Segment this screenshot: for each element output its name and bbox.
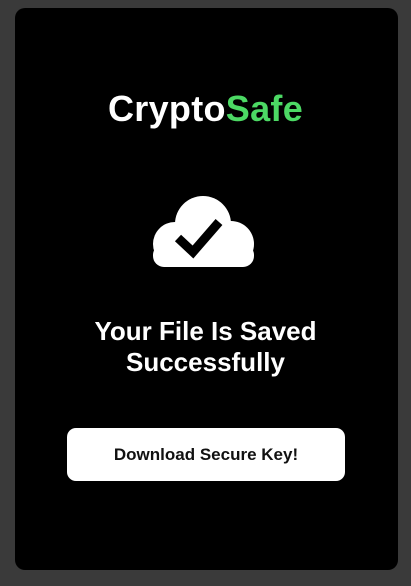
success-message-line1: Your File Is Saved: [94, 316, 317, 346]
brand-name-safe: Safe: [225, 88, 304, 129]
page-background: CryptoSafe Your File Is Saved Successful…: [0, 0, 411, 586]
success-message-line2: Successfully: [126, 347, 285, 377]
brand-logo: CryptoSafe: [0, 88, 411, 130]
success-message: Your File Is Saved Successfully: [0, 316, 411, 378]
brand-name-crypto: Crypto: [107, 88, 226, 129]
cloud-check-icon: [153, 196, 254, 267]
download-secure-key-button[interactable]: Download Secure Key!: [67, 428, 345, 481]
